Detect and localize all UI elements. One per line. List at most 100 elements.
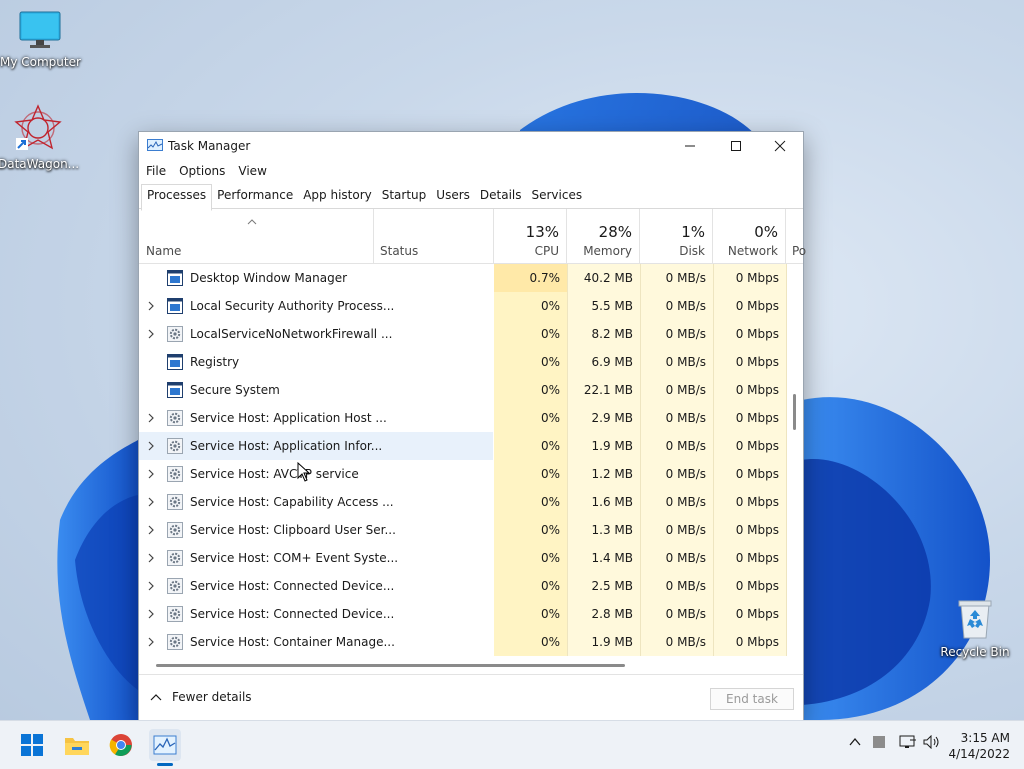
close-button[interactable]	[757, 132, 803, 160]
process-disk-value: 0 MB/s	[665, 607, 706, 621]
tab-performance[interactable]: Performance	[212, 184, 298, 208]
menu-options[interactable]: Options	[172, 162, 231, 182]
process-row[interactable]: Service Host: Application Infor... 0% 1.9 …	[139, 432, 801, 460]
chevron-right-icon[interactable]	[147, 301, 155, 311]
task-manager-icon	[153, 735, 177, 755]
maximize-button[interactable]	[713, 132, 759, 160]
chevron-right-icon[interactable]	[147, 469, 155, 479]
column-power-label: Po	[792, 244, 807, 258]
chevron-right-icon[interactable]	[147, 329, 155, 339]
column-memory[interactable]: 28% Memory	[567, 209, 640, 263]
chevron-right-icon[interactable]	[147, 441, 155, 451]
process-cpu-value: 0%	[540, 411, 560, 425]
process-row[interactable]: Registry 0% 6.9 MB 0 MB/s 0 Mbps	[139, 348, 801, 376]
menu-bar: File Options View	[139, 162, 273, 182]
process-disk-value: 0 MB/s	[665, 327, 706, 341]
fewer-details-label: Fewer details	[172, 690, 252, 704]
tab-startup[interactable]: Startup	[377, 184, 432, 208]
taskbar-clock[interactable]: 3:15 AM 4/14/2022	[948, 730, 1010, 762]
chevron-right-icon[interactable]	[147, 553, 155, 563]
gear-icon	[167, 606, 183, 622]
chevron-right-icon[interactable]	[147, 525, 155, 535]
process-name: Service Host: Application Infor...	[190, 439, 383, 453]
process-row[interactable]: Service Host: Clipboard User Ser... 0% 1.3…	[139, 516, 801, 544]
title-bar[interactable]: Task Manager	[139, 132, 803, 160]
tab-app-history[interactable]: App history	[298, 184, 377, 208]
tab-processes[interactable]: Processes	[141, 184, 213, 211]
process-row[interactable]: Service Host: Application Host ... 0% 2.9 …	[139, 404, 801, 432]
desktop-icon-label: Recycle Bin	[940, 645, 1010, 659]
process-row[interactable]: Secure System 0% 22.1 MB 0 MB/s 0 Mbps	[139, 376, 801, 404]
chevron-right-icon[interactable]	[147, 497, 155, 507]
desktop-icon-recycle-bin[interactable]: Recycle Bin	[935, 598, 1015, 659]
process-list: Desktop Window Manager 0.7% 40.2 MB 0 MB/s 0…	[139, 264, 801, 656]
column-status[interactable]: Status	[374, 209, 494, 263]
process-row[interactable]: Service Host: Container Manage... 0% 1.9 M…	[139, 628, 801, 656]
column-memory-label: Memory	[583, 244, 632, 258]
tab-services[interactable]: Services	[527, 184, 588, 208]
process-cpu-value: 0%	[540, 299, 560, 313]
column-network[interactable]: 0% Network	[713, 209, 786, 263]
fewer-details-button[interactable]: Fewer details	[150, 690, 252, 704]
process-disk-value: 0 MB/s	[665, 495, 706, 509]
chevron-right-icon[interactable]	[147, 413, 155, 423]
process-memory-value: 5.5 MB	[591, 299, 633, 313]
process-network-value: 0 Mbps	[735, 551, 779, 565]
column-power[interactable]: Po	[786, 209, 807, 263]
start-button[interactable]	[16, 729, 48, 761]
desktop-icon-my-computer[interactable]: My Computer	[0, 10, 81, 69]
desktop-icon-label: DataWagon...	[0, 157, 80, 171]
process-row[interactable]: Desktop Window Manager 0.7% 40.2 MB 0 MB/s 0…	[139, 264, 801, 292]
process-row[interactable]: Service Host: COM+ Event Syste... 0% 1.4 M…	[139, 544, 801, 572]
vertical-scrollbar[interactable]	[793, 394, 796, 430]
horizontal-scrollbar[interactable]	[156, 664, 625, 667]
column-disk-label: Disk	[679, 244, 705, 258]
end-task-button[interactable]: End task	[710, 688, 794, 710]
menu-view[interactable]: View	[231, 162, 272, 182]
clock-time: 3:15 AM	[960, 731, 1010, 745]
tray-notification-icon[interactable]	[872, 735, 886, 752]
column-disk[interactable]: 1% Disk	[640, 209, 713, 263]
process-memory-value: 1.2 MB	[591, 467, 633, 481]
gear-icon	[167, 494, 183, 510]
process-name: LocalServiceNoNetworkFirewall ...	[190, 327, 393, 341]
chevron-right-icon[interactable]	[147, 609, 155, 619]
gear-icon	[167, 466, 183, 482]
tab-details[interactable]: Details	[475, 184, 527, 208]
process-row[interactable]: Service Host: AVCTP service 0% 1.2 MB 0 MB/…	[139, 460, 801, 488]
window-app-icon	[167, 382, 183, 398]
process-cpu-value: 0%	[540, 579, 560, 593]
process-disk-value: 0 MB/s	[665, 551, 706, 565]
process-row[interactable]: LocalServiceNoNetworkFirewall ... 0% 8.2 M…	[139, 320, 801, 348]
process-cpu-value: 0%	[540, 327, 560, 341]
chevron-right-icon[interactable]	[147, 637, 155, 647]
process-name: Desktop Window Manager	[190, 271, 348, 285]
desktop-icon-datawagon[interactable]: DataWagon...	[0, 104, 80, 171]
volume-tray-icon[interactable]	[923, 734, 941, 752]
task-manager-taskbar-button[interactable]	[149, 729, 181, 761]
column-cpu[interactable]: 13% CPU	[494, 209, 567, 263]
process-memory-value: 8.2 MB	[591, 327, 633, 341]
show-hidden-icons-button[interactable]	[848, 735, 862, 752]
column-name[interactable]: Name	[139, 209, 374, 263]
process-row[interactable]: Service Host: Connected Device... 0% 2.8 M…	[139, 600, 801, 628]
file-explorer-button[interactable]	[61, 729, 93, 761]
process-name: Service Host: Capability Access ...	[190, 495, 394, 509]
process-row[interactable]: Local Security Authority Process... 0% 5.5…	[139, 292, 801, 320]
window-app-icon	[167, 354, 183, 370]
process-network-value: 0 Mbps	[735, 327, 779, 341]
process-network-value: 0 Mbps	[735, 299, 779, 313]
process-row[interactable]: Service Host: Capability Access ... 0% 1.6…	[139, 488, 801, 516]
network-tray-icon[interactable]	[899, 735, 917, 752]
minimize-button[interactable]	[667, 132, 713, 160]
tab-users[interactable]: Users	[431, 184, 475, 208]
recycle-bin-icon	[958, 600, 992, 639]
network-total: 0%	[754, 223, 778, 241]
process-row[interactable]: Service Host: Connected Device... 0% 2.5 M…	[139, 572, 801, 600]
chevron-right-icon[interactable]	[147, 581, 155, 591]
process-name: Service Host: Application Host ...	[190, 411, 387, 425]
process-name: Service Host: Clipboard User Ser...	[190, 523, 396, 537]
menu-file[interactable]: File	[139, 162, 172, 182]
chrome-button[interactable]	[105, 729, 137, 761]
process-name: Service Host: COM+ Event Syste...	[190, 551, 399, 565]
